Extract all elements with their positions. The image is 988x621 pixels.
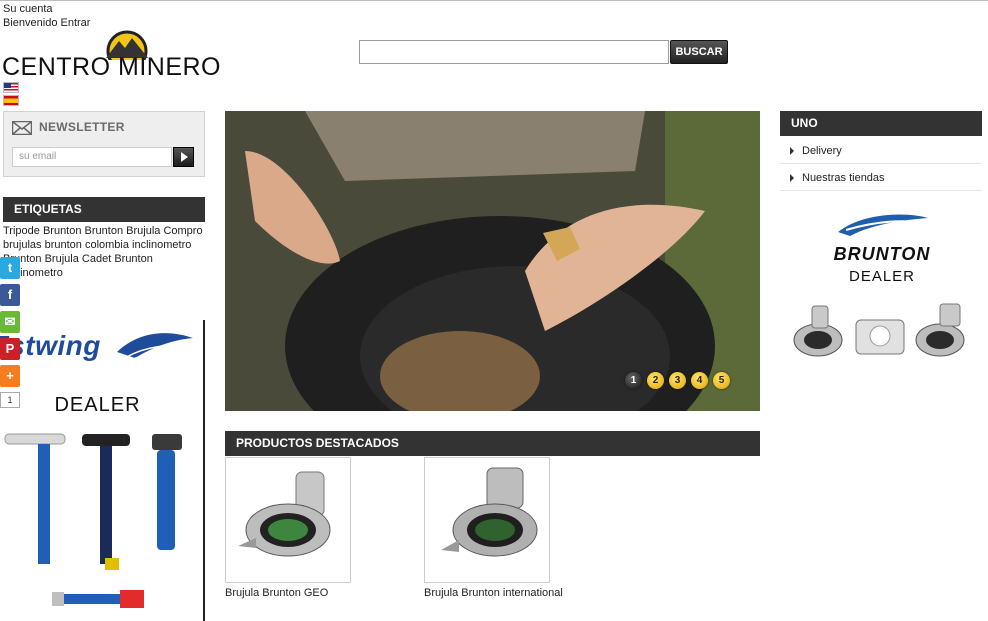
share-count: 1 bbox=[0, 392, 20, 408]
tag-link[interactable]: Brujula Cadet bbox=[45, 253, 112, 265]
pinterest-icon[interactable]: P bbox=[0, 338, 20, 360]
envelope-icon bbox=[12, 121, 32, 135]
product-card[interactable]: Brujula Brunton international bbox=[424, 457, 563, 599]
tag-cloud: Tripode Brunton Brunton Brujula Compro b… bbox=[3, 224, 208, 280]
tag-link[interactable]: Compro bbox=[163, 225, 202, 237]
tag-link[interactable]: Brujula bbox=[126, 225, 160, 237]
product-image[interactable] bbox=[225, 457, 351, 583]
social-share-bar: t f ✉ P + 1 bbox=[0, 257, 20, 408]
language-switcher bbox=[3, 82, 19, 108]
brunton-logo-text: BRUNTON bbox=[833, 244, 931, 264]
top-border bbox=[0, 0, 988, 1]
welcome-text: Bienvenido bbox=[3, 17, 58, 29]
slider-dot[interactable]: 1 bbox=[625, 372, 642, 389]
slider-dot[interactable]: 5 bbox=[713, 372, 730, 389]
addthis-icon[interactable]: + bbox=[0, 365, 20, 387]
search-input[interactable] bbox=[359, 40, 669, 64]
twitter-icon[interactable]: t bbox=[0, 257, 20, 279]
slider-image bbox=[225, 111, 760, 411]
newsletter-box: NEWSLETTER su email bbox=[3, 111, 205, 177]
brunton-swoosh-icon bbox=[838, 214, 928, 236]
newsletter-title: NEWSLETTER bbox=[39, 120, 125, 134]
tag-link[interactable]: Brunton bbox=[114, 253, 153, 265]
logo-text: CENTRO MINERO bbox=[2, 53, 221, 81]
facebook-icon[interactable]: f bbox=[0, 284, 20, 306]
featured-products-title: PRODUCTOS DESTACADOS bbox=[225, 431, 760, 456]
hammer-icon bbox=[4, 433, 182, 608]
compass-icon bbox=[441, 467, 538, 557]
estwing-dealer-label: DEALER bbox=[54, 394, 141, 416]
account-area: Su cuenta Bienvenido Entrar bbox=[3, 2, 90, 30]
english-flag-icon[interactable] bbox=[3, 82, 19, 93]
brunton-compasses-image bbox=[793, 303, 965, 357]
menu-item-nuestras-tiendas[interactable]: Nuestras tiendas bbox=[780, 165, 982, 191]
slider-pagination: 12345 bbox=[625, 372, 735, 389]
tag-link[interactable]: inclinometro bbox=[132, 239, 191, 251]
product-name[interactable]: Brujula Brunton international bbox=[424, 587, 563, 599]
product-card[interactable]: Brujula Brunton GEO bbox=[225, 457, 351, 599]
slider-dot[interactable]: 2 bbox=[647, 372, 664, 389]
email-share-icon[interactable]: ✉ bbox=[0, 311, 20, 333]
newsletter-email-input[interactable]: su email bbox=[12, 147, 172, 167]
menu-item-delivery[interactable]: Delivery bbox=[780, 138, 982, 164]
tag-link[interactable]: Brunton bbox=[85, 225, 124, 237]
tag-link[interactable]: colombia bbox=[85, 239, 129, 251]
site-logo[interactable]: CENTRO MINERO bbox=[2, 30, 257, 80]
login-link[interactable]: Entrar bbox=[61, 17, 91, 29]
uno-menu-title: UNO bbox=[780, 111, 982, 136]
newsletter-submit-button[interactable] bbox=[173, 147, 194, 167]
hero-slider[interactable]: 12345 bbox=[225, 111, 760, 411]
compass-icon bbox=[238, 471, 331, 557]
search-button[interactable]: BUSCAR bbox=[670, 40, 728, 64]
tag-link[interactable]: Tripode Brunton bbox=[3, 225, 81, 237]
tags-title: ETIQUETAS bbox=[3, 197, 205, 222]
spanish-flag-icon[interactable] bbox=[3, 95, 19, 106]
brunton-dealer-label: DEALER bbox=[848, 268, 916, 285]
product-name[interactable]: Brujula Brunton GEO bbox=[225, 587, 351, 599]
product-image[interactable] bbox=[424, 457, 550, 583]
estwing-dealer-banner[interactable]: Estwing DEALER bbox=[0, 320, 205, 621]
estwing-wing-icon bbox=[117, 333, 193, 362]
brunton-dealer-banner[interactable]: BRUNTON DEALER bbox=[788, 210, 976, 370]
account-link[interactable]: Su cuenta bbox=[3, 3, 53, 15]
tag-link[interactable]: brujulas brunton bbox=[3, 239, 82, 251]
slider-dot[interactable]: 3 bbox=[669, 372, 686, 389]
slider-dot[interactable]: 4 bbox=[691, 372, 708, 389]
